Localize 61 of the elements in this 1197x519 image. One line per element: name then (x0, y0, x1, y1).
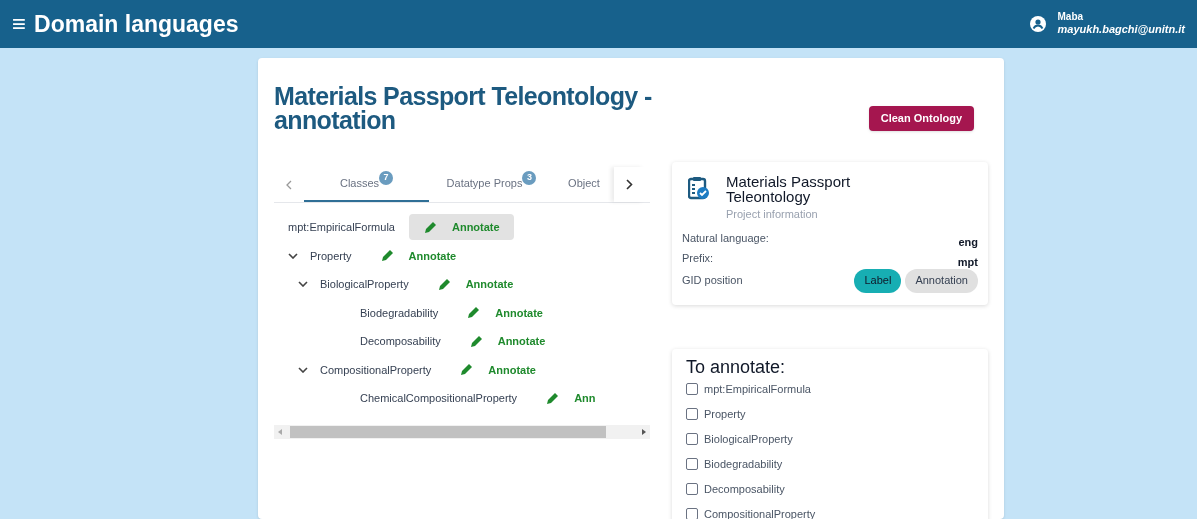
clean-ontology-button[interactable]: Clean Ontology (868, 106, 974, 131)
project-title: Materials Passport Teleontology (726, 174, 852, 204)
chevron-icon[interactable] (298, 366, 308, 373)
page-subtitle: annotation (274, 108, 396, 132)
field-value: eng (958, 235, 978, 250)
tree-item-label[interactable]: ChemicalCompositionalProperty (360, 390, 518, 407)
count-badge: 3 (522, 170, 537, 185)
tree-item-label[interactable]: mpt:EmpiricalFormula (288, 219, 395, 236)
user-name: Maba (1057, 10, 1085, 24)
tree-item-label[interactable]: Decomposability (360, 333, 441, 350)
annotate-button[interactable]: Annotate (445, 356, 550, 383)
tree-item-label[interactable]: Property (310, 247, 352, 264)
tree-item-label[interactable]: CompositionalProperty (320, 361, 432, 378)
field-label: GID position (682, 273, 743, 289)
pencil-icon (436, 276, 452, 292)
pencil-icon (468, 333, 484, 349)
chevron-icon[interactable] (298, 281, 308, 288)
section-title: To annotate: (686, 356, 787, 377)
annotate-button[interactable]: Annotate (408, 214, 514, 241)
checkbox-label: Decomposability (704, 481, 785, 497)
chevron-icon[interactable] (288, 252, 298, 259)
tab[interactable]: Object (554, 167, 614, 202)
checkbox[interactable] (686, 508, 698, 519)
checkbox-label: Biodegradability (704, 456, 783, 472)
checkbox[interactable] (686, 458, 698, 470)
checkbox-label: mpt:EmpiricalFormula (704, 381, 811, 397)
user-email: mayukh.bagchi@unitn.it (1057, 23, 1185, 38)
project-subtitle: Project information (726, 207, 819, 222)
pencil-icon (545, 390, 561, 406)
annotate-button[interactable]: Ann (531, 385, 610, 412)
annotate-button[interactable]: Annotate (454, 328, 560, 355)
gid-option-chip[interactable]: Label (854, 268, 902, 293)
annotate-button[interactable]: Annotate (452, 299, 557, 326)
user-icon[interactable] (1029, 16, 1046, 32)
pencil-icon (379, 248, 395, 264)
field-value: mpt (957, 255, 978, 270)
tree-item-label[interactable]: BiologicalProperty (320, 276, 409, 293)
count-badge: 7 (379, 170, 394, 185)
page-title: Materials Passport Teleontology - (274, 84, 652, 108)
tab[interactable]: Classes 7 (304, 167, 429, 202)
clipboard-check-icon (688, 176, 710, 200)
annotate-button[interactable]: Annotate (422, 271, 528, 298)
checkbox-label: Property (704, 406, 746, 422)
checkbox[interactable] (686, 483, 698, 495)
annotate-button[interactable]: Annotate (365, 242, 471, 269)
pencil-icon (466, 305, 482, 321)
app-title: Domain languages (34, 9, 239, 39)
pencil-icon (422, 219, 438, 235)
field-label: Natural language: (682, 231, 769, 246)
gid-option-chip[interactable]: Annotation (905, 268, 978, 293)
checkbox-label: BiologicalProperty (704, 431, 793, 447)
checkbox[interactable] (686, 433, 698, 445)
menu-icon[interactable]: ≡ (12, 12, 26, 36)
field-label: Prefix: (682, 251, 714, 266)
scroll-right-arrow-icon[interactable] (642, 428, 646, 435)
pencil-icon (459, 362, 475, 378)
horizontal-scrollbar[interactable] (274, 424, 650, 439)
checkbox[interactable] (686, 383, 698, 395)
tab[interactable]: Datatype Props 3 (429, 167, 554, 202)
tree-item-label[interactable]: Biodegradability (360, 304, 439, 321)
checkbox[interactable] (686, 408, 698, 420)
